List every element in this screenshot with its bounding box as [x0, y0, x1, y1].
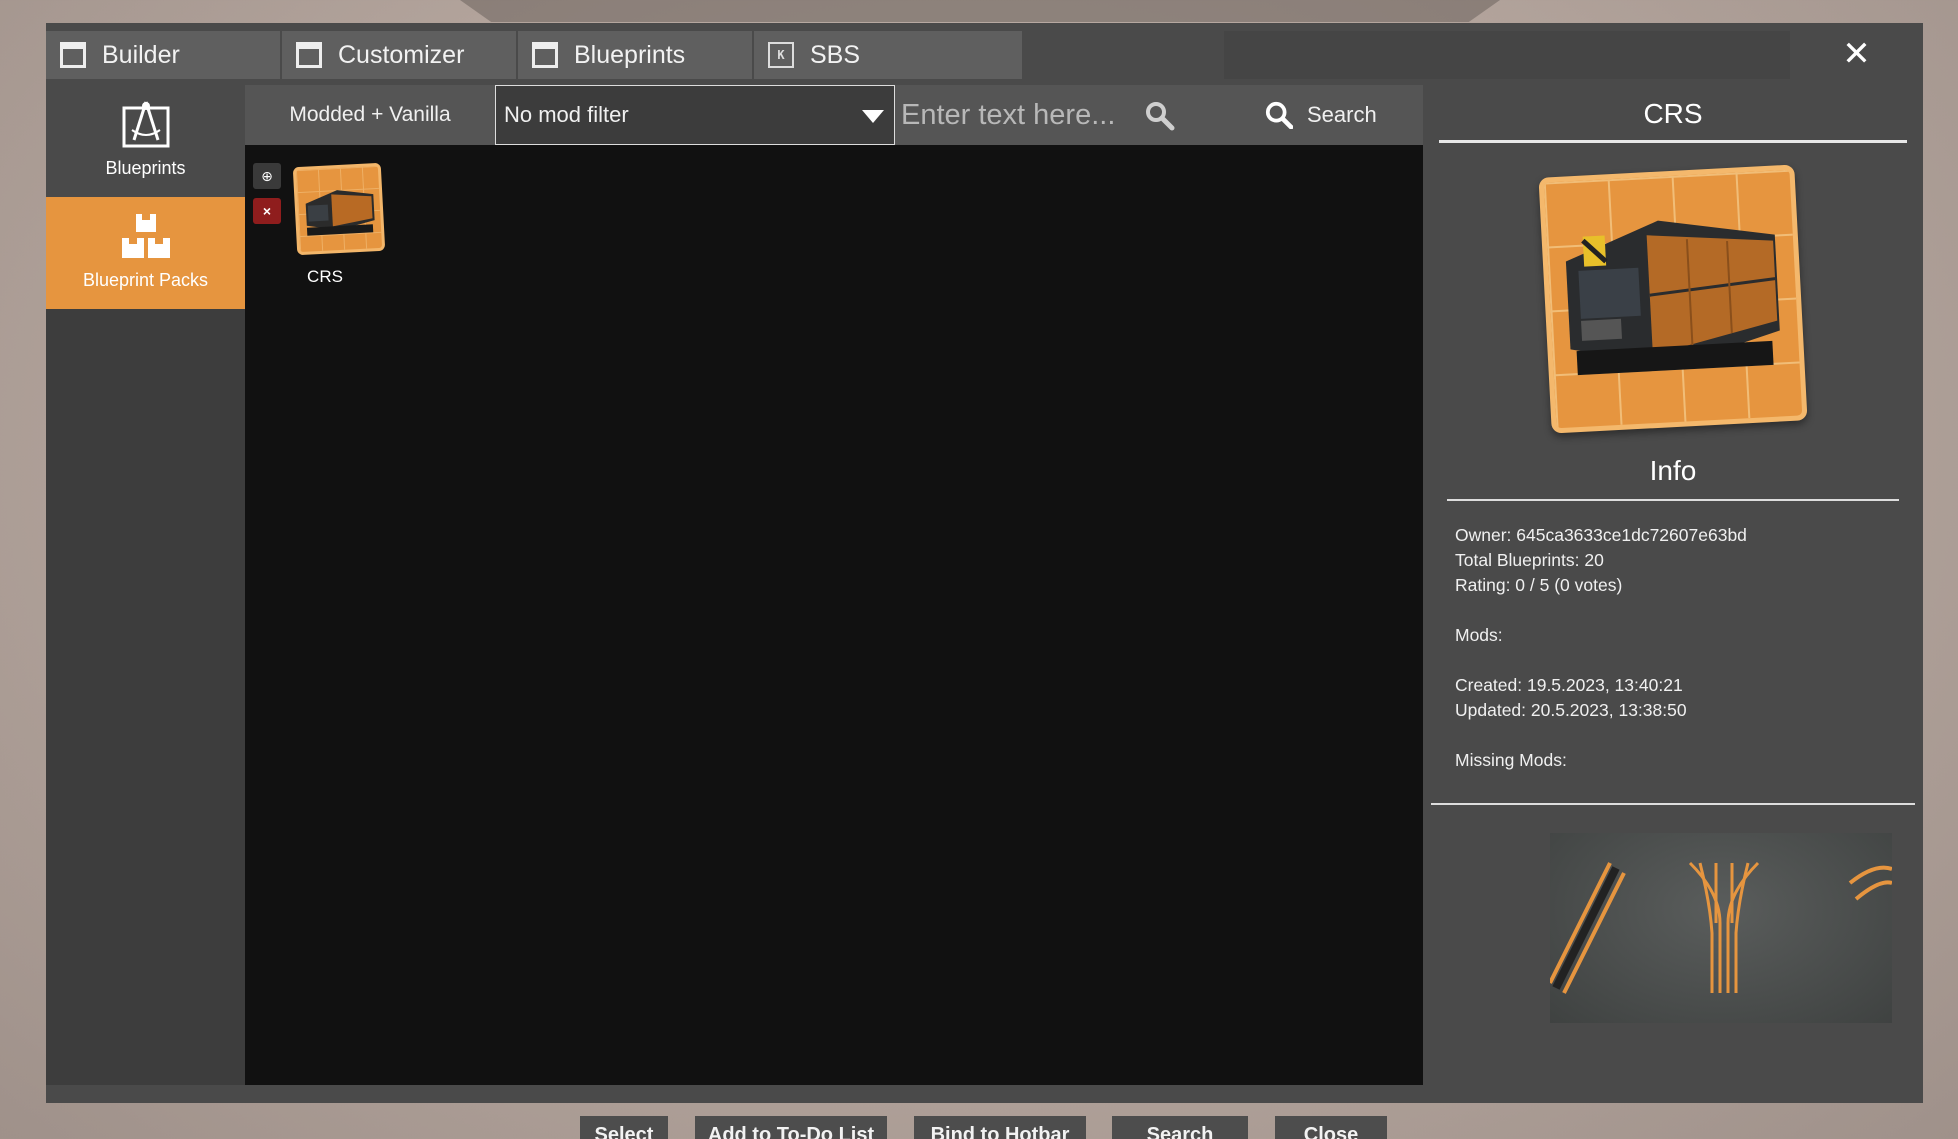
chevron-down-icon — [862, 110, 884, 123]
mod-filter-dropdown[interactable]: No mod filter — [495, 85, 895, 145]
filter-toolbar: Modded + Vanilla No mod filter Search — [245, 85, 1423, 145]
close-button[interactable]: Close — [1275, 1116, 1387, 1139]
owner-text: Owner: 645ca3633ce1dc72607e63bd — [1455, 525, 1747, 545]
add-to-todo-button[interactable]: Add to To-Do List — [695, 1116, 887, 1139]
details-panel: CRS Info Owner: 645ca3633ce1dc72607e63bd… — [1423, 85, 1923, 1088]
delete-icon: × — [262, 203, 272, 219]
footer-search-button[interactable]: Search — [1112, 1116, 1248, 1139]
mod-preview-image — [1550, 833, 1892, 1023]
close-window-button[interactable]: ✕ — [1790, 23, 1923, 85]
blueprint-compass-icon — [122, 101, 169, 148]
select-button[interactable]: Select — [580, 1116, 668, 1139]
sidebar: Blueprints Blueprint Packs — [46, 85, 245, 1088]
tab-filler — [1224, 31, 1790, 79]
mod-filter-value: No mod filter — [504, 102, 629, 127]
blueprint-pack-grid: ⊕ × CRS — [245, 145, 1423, 1088]
tab-customizer[interactable]: Customizer — [282, 31, 518, 79]
tab-builder[interactable]: Builder — [46, 31, 282, 79]
missing-mods-text: Missing Mods: — [1455, 750, 1567, 770]
pack-preview-image — [1538, 164, 1808, 434]
search-button-label: Search — [1307, 102, 1377, 127]
info-heading: Info — [1447, 455, 1899, 501]
details-title: CRS — [1439, 91, 1907, 143]
magnifier-icon — [1146, 102, 1175, 131]
divider — [1431, 803, 1915, 805]
pack-item[interactable]: CRS — [291, 162, 387, 287]
tab-label: Builder — [102, 40, 180, 69]
sidebar-item-blueprints[interactable]: Blueprints — [46, 85, 245, 197]
delete-button[interactable]: × — [253, 198, 281, 224]
blocks-icon — [121, 214, 170, 258]
tab-label: Blueprints — [574, 40, 686, 69]
tab-blueprints[interactable]: Blueprints — [518, 31, 754, 79]
close-icon: ✕ — [1842, 35, 1871, 73]
tab-label: Customizer — [338, 40, 465, 69]
tab-label: SBS — [810, 40, 861, 69]
globe-icon: ⊕ — [261, 167, 273, 184]
tab-bar: Builder Customizer Blueprints K SBS ✕ — [46, 23, 1923, 85]
pack-thumbnail — [292, 162, 386, 256]
tab-sbs[interactable]: K SBS — [754, 31, 1024, 79]
pack-info: Owner: 645ca3633ce1dc72607e63bd Total Bl… — [1455, 523, 1895, 773]
modded-vanilla-toggle[interactable]: Modded + Vanilla — [245, 85, 495, 145]
sidebar-item-label: Blueprint Packs — [82, 270, 209, 290]
background-shadow — [460, 0, 1500, 22]
search-button[interactable]: Search — [1265, 85, 1405, 145]
main-window: Builder Customizer Blueprints K SBS ✕ Bl… — [46, 23, 1923, 1103]
sidebar-item-label: Blueprints — [105, 158, 186, 178]
window-icon — [60, 42, 86, 68]
search-field — [895, 85, 1195, 145]
rating-text: Rating: 0 / 5 (0 votes) — [1455, 575, 1623, 595]
window-icon — [532, 42, 558, 68]
sbs-icon: K — [768, 42, 794, 68]
locomotive-icon — [305, 190, 375, 236]
updated-text: Updated: 20.5.2023, 13:38:50 — [1455, 700, 1687, 720]
bind-to-hotbar-button[interactable]: Bind to Hotbar — [914, 1116, 1086, 1139]
locomotive-icon — [1565, 220, 1780, 376]
search-icon — [1265, 101, 1293, 129]
pack-label: CRS — [307, 267, 343, 286]
window-icon — [296, 42, 322, 68]
created-text: Created: 19.5.2023, 13:40:21 — [1455, 675, 1683, 695]
rail-track-icon — [1550, 861, 1892, 994]
total-blueprints-text: Total Blueprints: 20 — [1455, 550, 1604, 570]
sidebar-item-blueprint-packs[interactable]: Blueprint Packs — [46, 197, 245, 309]
globe-button[interactable]: ⊕ — [253, 163, 281, 189]
window-bottom-strip — [46, 1085, 1923, 1103]
search-input[interactable] — [901, 95, 1151, 135]
mods-text: Mods: — [1455, 625, 1503, 645]
